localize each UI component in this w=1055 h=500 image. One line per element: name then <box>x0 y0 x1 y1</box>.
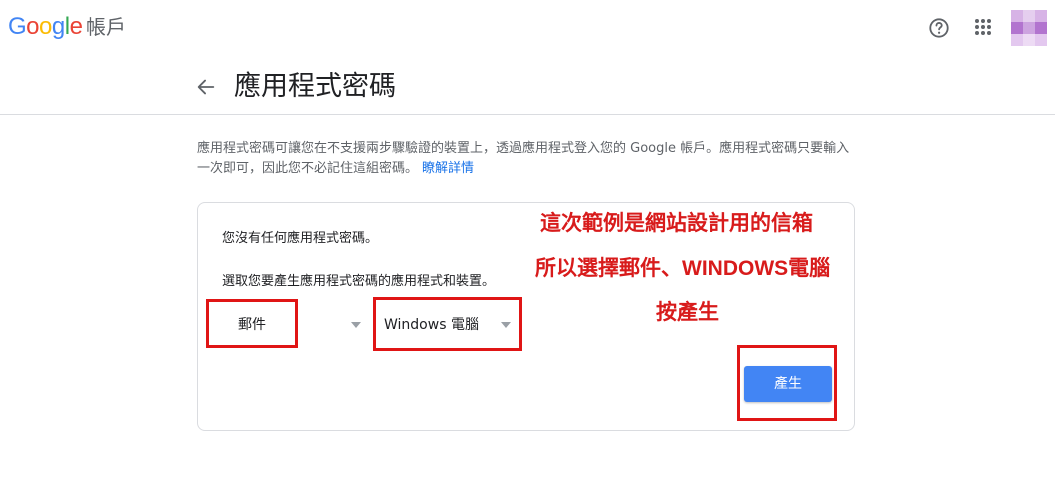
app-select-value: 郵件 <box>238 317 266 333</box>
app-select[interactable]: 郵件 <box>238 308 368 342</box>
arrow-back-icon[interactable] <box>195 76 217 98</box>
no-passwords-message: 您沒有任何應用程式密碼。 <box>222 231 379 246</box>
top-app-bar: Google 帳戶 <box>0 0 1055 56</box>
logo-letter: o <box>39 13 52 40</box>
product-name: 帳戶 <box>86 15 126 39</box>
description-text: 應用程式密碼可讓您在不支援兩步驟驗證的裝置上，透過應用程式登入您的 Google… <box>197 141 850 176</box>
device-select-value: Windows 電腦 <box>384 317 479 333</box>
page-title: 應用程式密碼 <box>234 71 396 102</box>
generate-button[interactable]: 產生 <box>744 366 832 402</box>
dropdown-caret-icon <box>501 322 511 328</box>
annotation-line-3: 按產生 <box>656 301 719 324</box>
apps-grid-icon[interactable] <box>974 18 992 36</box>
logo-letter: G <box>8 13 27 40</box>
google-logo[interactable]: Google <box>8 12 83 42</box>
page-header <box>0 56 1055 115</box>
annotation-line-1: 這次範例是網站設計用的信箱 <box>540 212 813 235</box>
annotation-line-2: 所以選擇郵件、WINDOWS電腦 <box>535 257 831 280</box>
help-circle-icon[interactable] <box>928 17 950 39</box>
select-prompt: 選取您要產生應用程式密碼的應用程式和裝置。 <box>222 274 496 289</box>
account-avatar[interactable] <box>1011 10 1047 46</box>
logo-letter: g <box>51 13 65 40</box>
device-select[interactable]: Windows 電腦 <box>384 308 519 342</box>
logo-letter: e <box>69 13 83 40</box>
learn-more-link[interactable]: 瞭解詳情 <box>422 161 474 176</box>
page-description: 應用程式密碼可讓您在不支援兩步驟驗證的裝置上，透過應用程式登入您的 Google… <box>197 139 857 179</box>
logo-letter: o <box>26 13 40 40</box>
dropdown-caret-icon <box>351 322 361 328</box>
